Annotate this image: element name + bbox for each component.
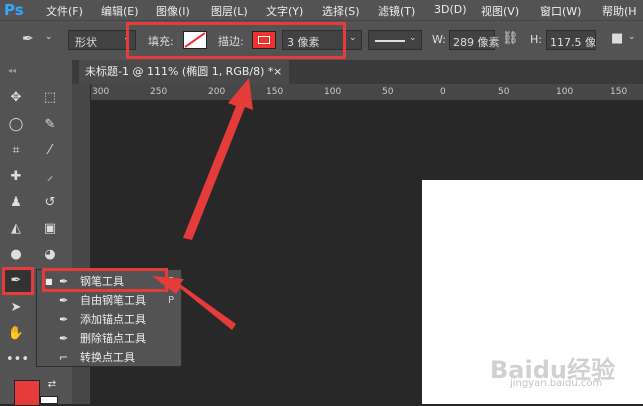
annotation-arrow-up xyxy=(183,78,253,240)
annotation-arrow-left xyxy=(152,276,236,330)
baidu-watermark-url: jingyan.baidu.com xyxy=(510,378,603,389)
annotation-arrows xyxy=(152,78,253,330)
